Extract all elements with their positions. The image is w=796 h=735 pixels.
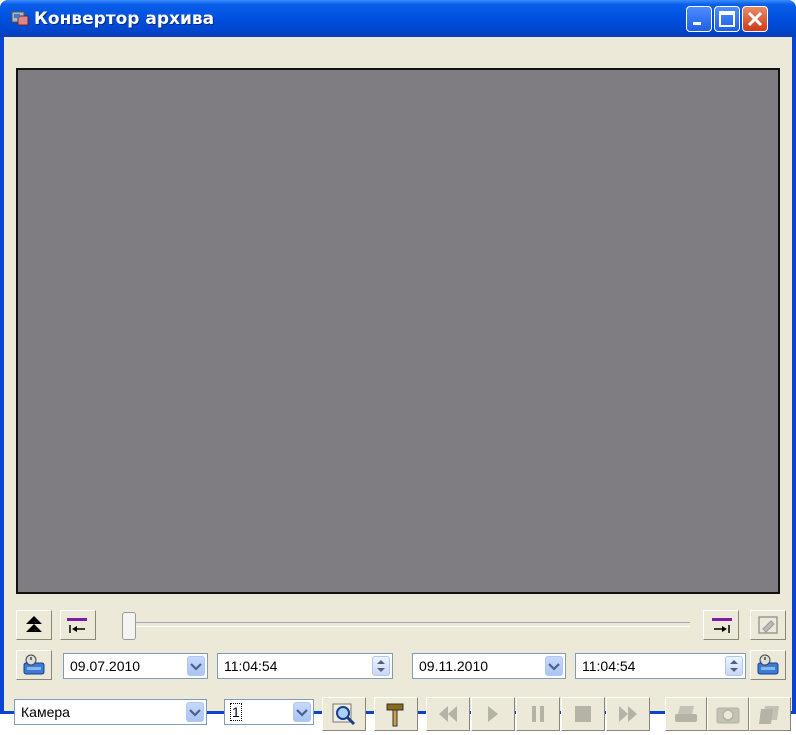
chevron-down-icon — [190, 663, 202, 671]
camera-select-dropdown[interactable] — [186, 702, 204, 722]
calendar-start-icon — [23, 654, 45, 675]
client-area — [4, 37, 792, 711]
end-time-value: 11:04:54 — [582, 658, 636, 674]
mark-start-icon — [67, 618, 87, 633]
fast-forward-button[interactable] — [606, 697, 650, 731]
settings-icon — [386, 703, 404, 727]
close-icon — [747, 11, 763, 27]
play-button[interactable] — [471, 697, 515, 731]
mark-start-button[interactable] — [60, 610, 96, 640]
stop-button[interactable] — [561, 697, 605, 731]
search-icon — [332, 703, 356, 726]
start-date-field[interactable]: 09.07.2010 — [63, 653, 208, 679]
end-time-spinner[interactable] — [725, 656, 743, 676]
camera-select[interactable]: Камера — [14, 699, 207, 725]
mark-end-icon — [712, 618, 732, 633]
rewind-icon — [439, 706, 457, 722]
stop-icon — [575, 706, 591, 722]
chevron-down-icon — [296, 709, 308, 717]
maximize-button[interactable] — [714, 6, 740, 32]
start-time-spinner[interactable] — [372, 656, 390, 676]
collapse-up-icon — [26, 616, 42, 632]
start-time-field[interactable]: 11:04:54 — [217, 653, 393, 679]
print-button[interactable] — [665, 697, 707, 731]
camera-number-value: 1 — [230, 703, 242, 721]
snapshot-button[interactable] — [707, 697, 749, 731]
play-icon — [488, 706, 498, 722]
rewind-button[interactable] — [426, 697, 470, 731]
video-viewport — [16, 68, 780, 594]
chevron-down-icon — [548, 663, 560, 671]
end-date-dropdown[interactable] — [545, 656, 563, 676]
spinner-icon — [730, 660, 738, 672]
print-icon — [675, 706, 697, 722]
pause-icon — [532, 706, 544, 722]
end-time-field[interactable]: 11:04:54 — [575, 653, 746, 679]
end-date-field[interactable]: 09.11.2010 — [412, 653, 566, 679]
title-bar[interactable]: Конвертор архива — [0, 0, 796, 37]
window-title: Конвертор архива — [34, 9, 215, 29]
search-button[interactable] — [322, 697, 366, 731]
pause-button[interactable] — [516, 697, 560, 731]
app-icon — [11, 11, 29, 26]
export-icon — [758, 616, 778, 634]
timeline-track[interactable] — [130, 622, 690, 627]
minimize-button[interactable] — [686, 6, 712, 32]
end-date-value: 09.11.2010 — [419, 658, 489, 674]
spinner-icon — [377, 660, 385, 672]
start-date-dropdown[interactable] — [187, 656, 205, 676]
snapshot-icon — [716, 707, 740, 724]
start-time-value: 11:04:54 — [224, 658, 278, 674]
calendar-end-button[interactable] — [750, 650, 786, 680]
export-button[interactable] — [750, 610, 786, 640]
camera-number-dropdown[interactable] — [293, 702, 311, 722]
timeline-thumb[interactable] — [122, 612, 136, 640]
start-date-value: 09.07.2010 — [70, 658, 141, 674]
calendar-start-button[interactable] — [16, 650, 52, 680]
minimize-icon — [693, 22, 701, 25]
camera-number-select[interactable]: 1 — [224, 699, 314, 725]
settings-button[interactable] — [374, 697, 418, 731]
maximize-icon — [719, 11, 735, 27]
collapse-up-button[interactable] — [16, 610, 52, 640]
fast-forward-icon — [619, 706, 637, 722]
close-button[interactable] — [742, 6, 768, 32]
chevron-down-icon — [189, 709, 201, 717]
calendar-end-icon — [757, 654, 779, 675]
copy-icon — [759, 706, 779, 724]
copy-button[interactable] — [749, 697, 791, 731]
mark-end-button[interactable] — [703, 610, 739, 640]
camera-select-value: Камера — [21, 704, 70, 720]
